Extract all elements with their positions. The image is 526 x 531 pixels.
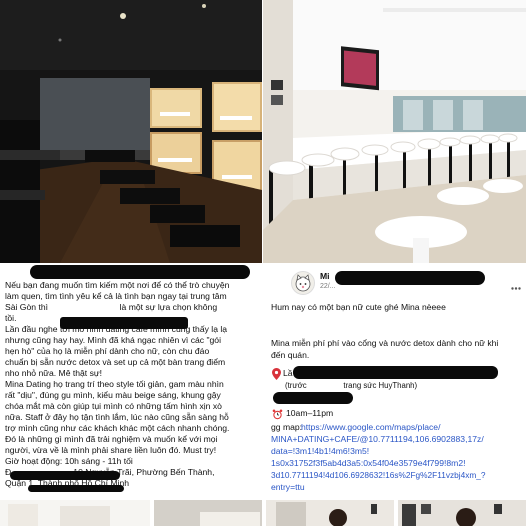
redacted-address-line [293, 366, 498, 379]
review-line: Mina Dating họ trang trí theo style tối … [5, 379, 224, 389]
post-author-name[interactable]: Mi [320, 271, 330, 281]
post-date: 22/... [320, 283, 336, 290]
review-line: rất "dịu", đúng gu mình, kiểu màu beige … [5, 390, 221, 400]
redacted-address [10, 471, 120, 480]
map-label: gg map: [271, 422, 303, 432]
review-line: Đó là những gì mình đã trải nghiệm và mu… [5, 434, 218, 444]
more-options-icon[interactable] [511, 277, 521, 290]
post-body-line-1: Mina miễn phí phí vào cổng và nước detox… [271, 338, 499, 348]
redacted-name-bar [30, 265, 250, 279]
cafe-interior-photo-left [0, 0, 262, 263]
post-greeting: Hum nay có một bạn nữ cute ghé Mina nèee… [271, 302, 446, 312]
post-body-line-2: đến quán. [271, 350, 310, 360]
opening-hours: 10am–11pm [286, 408, 334, 418]
address-prefix: Lầ [283, 368, 293, 378]
review-line: Sài Gòn thì là một sự lựa chọn không [5, 302, 218, 312]
review-line: làm quen, tìm tình yêu kể cả là tình bạn… [5, 291, 227, 301]
map-link-line-1[interactable]: https://www.google.com/maps/place/ [301, 422, 440, 432]
address-landmark: (trước trang sức HuyThanh) [285, 381, 418, 390]
review-line: hẹn hò" của họ là miễn phí dành cho nữ, … [5, 346, 210, 356]
review-line: Nếu bạn đang muốn tìm kiếm một nơi để có… [5, 280, 230, 290]
redacted-author-name [335, 271, 485, 285]
bottom-photos-illustration [0, 498, 526, 528]
map-link-line-3[interactable]: data=!3m1!4b1!4m6!3m5! [271, 446, 369, 456]
cat-avatar-icon[interactable] [291, 271, 315, 295]
alarm-clock-icon [272, 407, 283, 420]
review-line: nho nhỏ nữa. Mê thật sự! [5, 368, 103, 378]
review-line: nhưng cũng hay hay. Mình đã khá ngạc nhi… [5, 335, 221, 345]
facebook-post-right: Mi 22/... Hum nay có một bạn nữ cute ghé… [263, 263, 526, 498]
redacted-address-2 [28, 485, 124, 492]
bottom-photo-strip [0, 498, 526, 528]
dark-cafe-illustration [0, 0, 262, 263]
review-line: chóa mắt mà còn giúp tụi mình có những t… [5, 401, 222, 411]
review-line: trợ mình cũng như các khách khác một các… [5, 423, 230, 433]
bright-cafe-illustration [263, 0, 526, 263]
review-line: Giờ hoạt động: 10h sáng - 11h tối [5, 456, 133, 466]
redacted-venue-name [60, 317, 188, 329]
review-line: nữa. Staff ở đây họ tận tình lắm, lúc nà… [5, 412, 229, 422]
map-link-line-2[interactable]: MINA+DATING+CAFE/@10.7711194,106.6902883… [271, 434, 484, 444]
review-line: người, vừa về là mình phải share liền lu… [5, 445, 217, 455]
map-link-line-5[interactable]: 3d10.7711194!4d106.6928632!16s%2Fg%2F11v… [271, 470, 486, 480]
map-link-line-6[interactable]: entry=ttu [271, 482, 305, 492]
map-link-line-4[interactable]: 1s0x31752f3f5ab4d3a5:0x54f04e3579e4f799!… [271, 458, 465, 468]
cafe-interior-photo-right [263, 0, 526, 263]
pin-icon [272, 367, 281, 380]
redacted-phone [273, 392, 353, 404]
review-line: chuẩn bị sẵn nước detox và set up cả một… [5, 357, 226, 367]
review-post-left: Nếu bạn đang muốn tìm kiếm một nơi để có… [0, 263, 262, 498]
review-text-block: Nếu bạn đang muốn tìm kiếm một nơi để có… [5, 280, 255, 489]
